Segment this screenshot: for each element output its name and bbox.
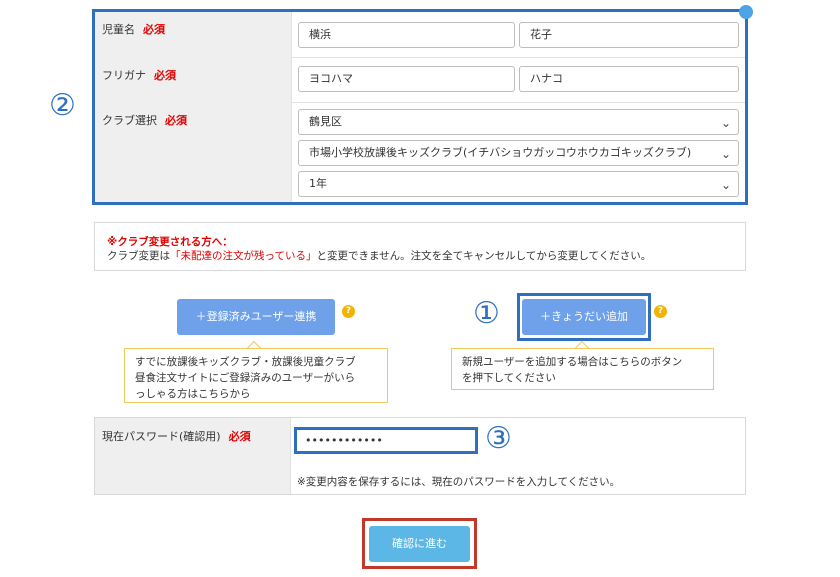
notice-highlight: 「未配達の注文が残っている」 — [170, 250, 317, 262]
annotation-frame-2 — [92, 9, 748, 205]
tooltip-line: 新規ユーザーを追加する場合はこちらのボタン — [462, 356, 683, 368]
expand-icon — [739, 5, 753, 19]
annotation-marker-1: ① — [473, 296, 500, 331]
required-badge: 必須 — [228, 430, 251, 443]
notice-suffix: と変更できません。注文を全てキャンセルしてから変更してください。 — [316, 250, 652, 262]
notice-text: クラブ変更は「未配達の注文が残っている」と変更できません。注文を全てキャンセルし… — [107, 248, 651, 263]
tooltip-line: を押下してください — [462, 372, 556, 384]
link-registered-user-button[interactable]: ＋登録済みユーザー連携 — [177, 299, 335, 335]
help-icon[interactable]: ? — [654, 305, 667, 318]
password-label: 現在パスワード(確認用) — [102, 430, 221, 443]
annotation-frame-3 — [294, 427, 478, 454]
help-icon[interactable]: ? — [342, 305, 355, 318]
tooltip-line: すでに放課後キッズクラブ・放課後児童クラブ — [135, 356, 356, 368]
notice-title: ※クラブ変更される方へ： — [107, 236, 233, 248]
add-sibling-tooltip: 新規ユーザーを追加する場合はこちらのボタン を押下してください — [451, 348, 714, 390]
club-change-notice: ※クラブ変更される方へ： クラブ変更は「未配達の注文が残っている」と変更できませ… — [94, 222, 746, 271]
notice-prefix: クラブ変更は — [107, 250, 170, 262]
password-note: ※変更内容を保存するには、現在のパスワードを入力してください。 — [297, 476, 621, 488]
password-label-cell: 現在パスワード(確認用) 必須 — [95, 418, 291, 494]
tooltip-line: 昼食注文サイトにご登録済みのユーザーがいら — [135, 372, 356, 384]
annotation-frame-1 — [517, 293, 651, 341]
annotation-marker-2: ② — [49, 88, 76, 123]
annotation-frame-submit — [362, 518, 477, 569]
tooltip-line: っしゃる方はこちらから — [135, 388, 251, 400]
registered-user-tooltip: すでに放課後キッズクラブ・放課後児童クラブ 昼食注文サイトにご登録済みのユーザー… — [124, 348, 388, 403]
annotation-marker-3: ③ — [485, 421, 512, 456]
